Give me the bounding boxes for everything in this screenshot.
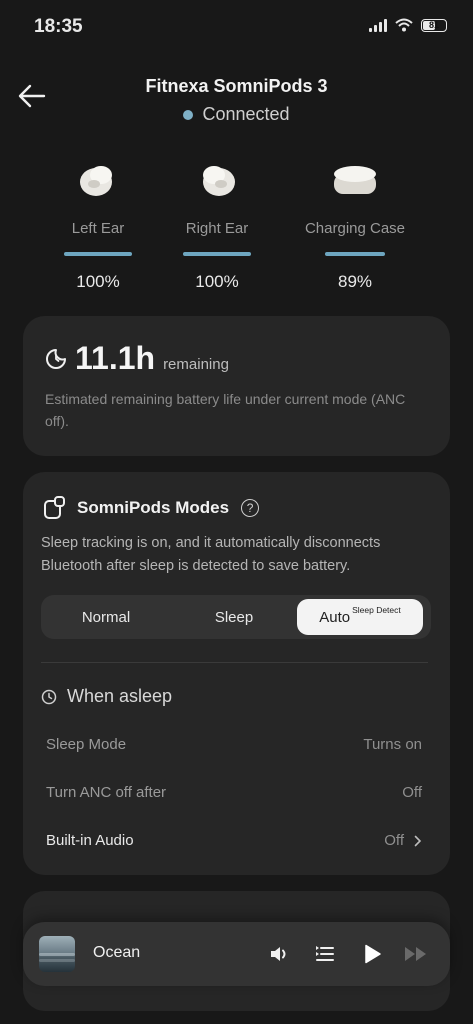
battery-bar <box>183 252 251 256</box>
setting-key: Turn ANC off after <box>46 784 167 801</box>
setting-value: Off <box>384 832 404 849</box>
device-right-ear: Right Ear 100% <box>147 150 287 292</box>
setting-value: Off <box>402 784 422 801</box>
chevron-right-icon <box>414 835 422 846</box>
clock-icon <box>41 689 57 704</box>
connection-label: Connected <box>202 104 290 124</box>
wifi-icon <box>395 18 413 32</box>
when-asleep-header: When asleep <box>41 686 172 707</box>
setting-value: Turns on <box>363 736 422 753</box>
play-button[interactable] <box>360 942 384 966</box>
play-icon <box>365 944 381 964</box>
cellular-signal-icon <box>369 18 387 32</box>
mode-option-superscript: Sleep Detect <box>352 605 401 615</box>
mode-option-label: Auto <box>319 608 351 626</box>
album-art <box>39 936 75 972</box>
battery-remaining-row: 11.1h remaining <box>45 340 229 377</box>
moon-clock-icon <box>46 348 66 369</box>
mode-option-auto[interactable]: Auto Sleep Detect <box>297 599 423 635</box>
device-label: Charging Case <box>304 220 406 237</box>
battery-hours: 11.1h <box>75 340 156 376</box>
battery-level: 81 <box>428 20 439 30</box>
battery-bar <box>64 252 132 256</box>
status-time: 18:35 <box>34 16 83 37</box>
battery-bar <box>325 252 385 256</box>
battery-percent: 89% <box>337 272 373 291</box>
battery-description: Estimated remaining battery life under c… <box>45 391 406 429</box>
modes-title: SomniPods Modes <box>77 498 230 517</box>
device-charging-case: Charging Case 89% <box>285 150 425 292</box>
setting-value-group: Off <box>384 832 422 849</box>
page-title: Fitnexa SomniPods 3 <box>145 76 328 96</box>
modes-card: SomniPods Modes ? Sleep tracking is on, … <box>23 472 450 875</box>
mini-player[interactable]: Ocean <box>23 922 450 986</box>
battery-remaining-label: remaining <box>163 356 229 373</box>
volume-button[interactable] <box>267 942 291 966</box>
mode-option-label: Normal <box>81 608 131 626</box>
setting-row-anc-off[interactable]: Turn ANC off after Off <box>46 784 422 801</box>
skip-forward-button[interactable] <box>403 942 427 966</box>
playlist-icon <box>316 946 334 961</box>
setting-row-sleep-mode[interactable]: Sleep Mode Turns on <box>46 736 422 753</box>
mode-option-label: Sleep <box>214 608 254 626</box>
modes-header: SomniPods Modes ? <box>43 496 260 520</box>
charging-case-icon <box>334 166 376 194</box>
mode-option-sleep[interactable]: Sleep <box>169 595 299 639</box>
left-earbud-icon <box>80 166 112 196</box>
speaker-icon <box>271 947 286 961</box>
connected-dot <box>183 109 194 120</box>
mode-option-normal[interactable]: Normal <box>41 595 171 639</box>
status-bar: 18:35 81 <box>0 0 473 56</box>
setting-row-built-in-audio[interactable]: Built-in Audio Off <box>46 832 422 849</box>
status-icons: 81 <box>369 18 447 32</box>
modes-icon <box>44 496 65 519</box>
fast-forward-icon <box>405 947 426 961</box>
battery-icon: 81 <box>421 18 447 32</box>
modes-description: Sleep tracking is on, and it automatical… <box>41 535 381 574</box>
track-title: Ocean <box>93 944 141 961</box>
right-earbud-icon <box>203 166 235 196</box>
device-label: Right Ear <box>185 220 249 237</box>
battery-percent: 100% <box>195 272 239 291</box>
mode-segmented-control: Normal Sleep Auto Sleep Detect <box>41 595 431 639</box>
connection-status: Connected <box>0 104 473 125</box>
playlist-button[interactable] <box>313 942 337 966</box>
divider <box>41 662 428 663</box>
setting-key: Sleep Mode <box>46 736 127 753</box>
when-asleep-title: When asleep <box>67 686 173 706</box>
battery-remaining-card: 11.1h remaining Estimated remaining batt… <box>23 316 450 456</box>
help-icon[interactable]: ? <box>241 499 260 517</box>
setting-key: Built-in Audio <box>46 832 134 849</box>
